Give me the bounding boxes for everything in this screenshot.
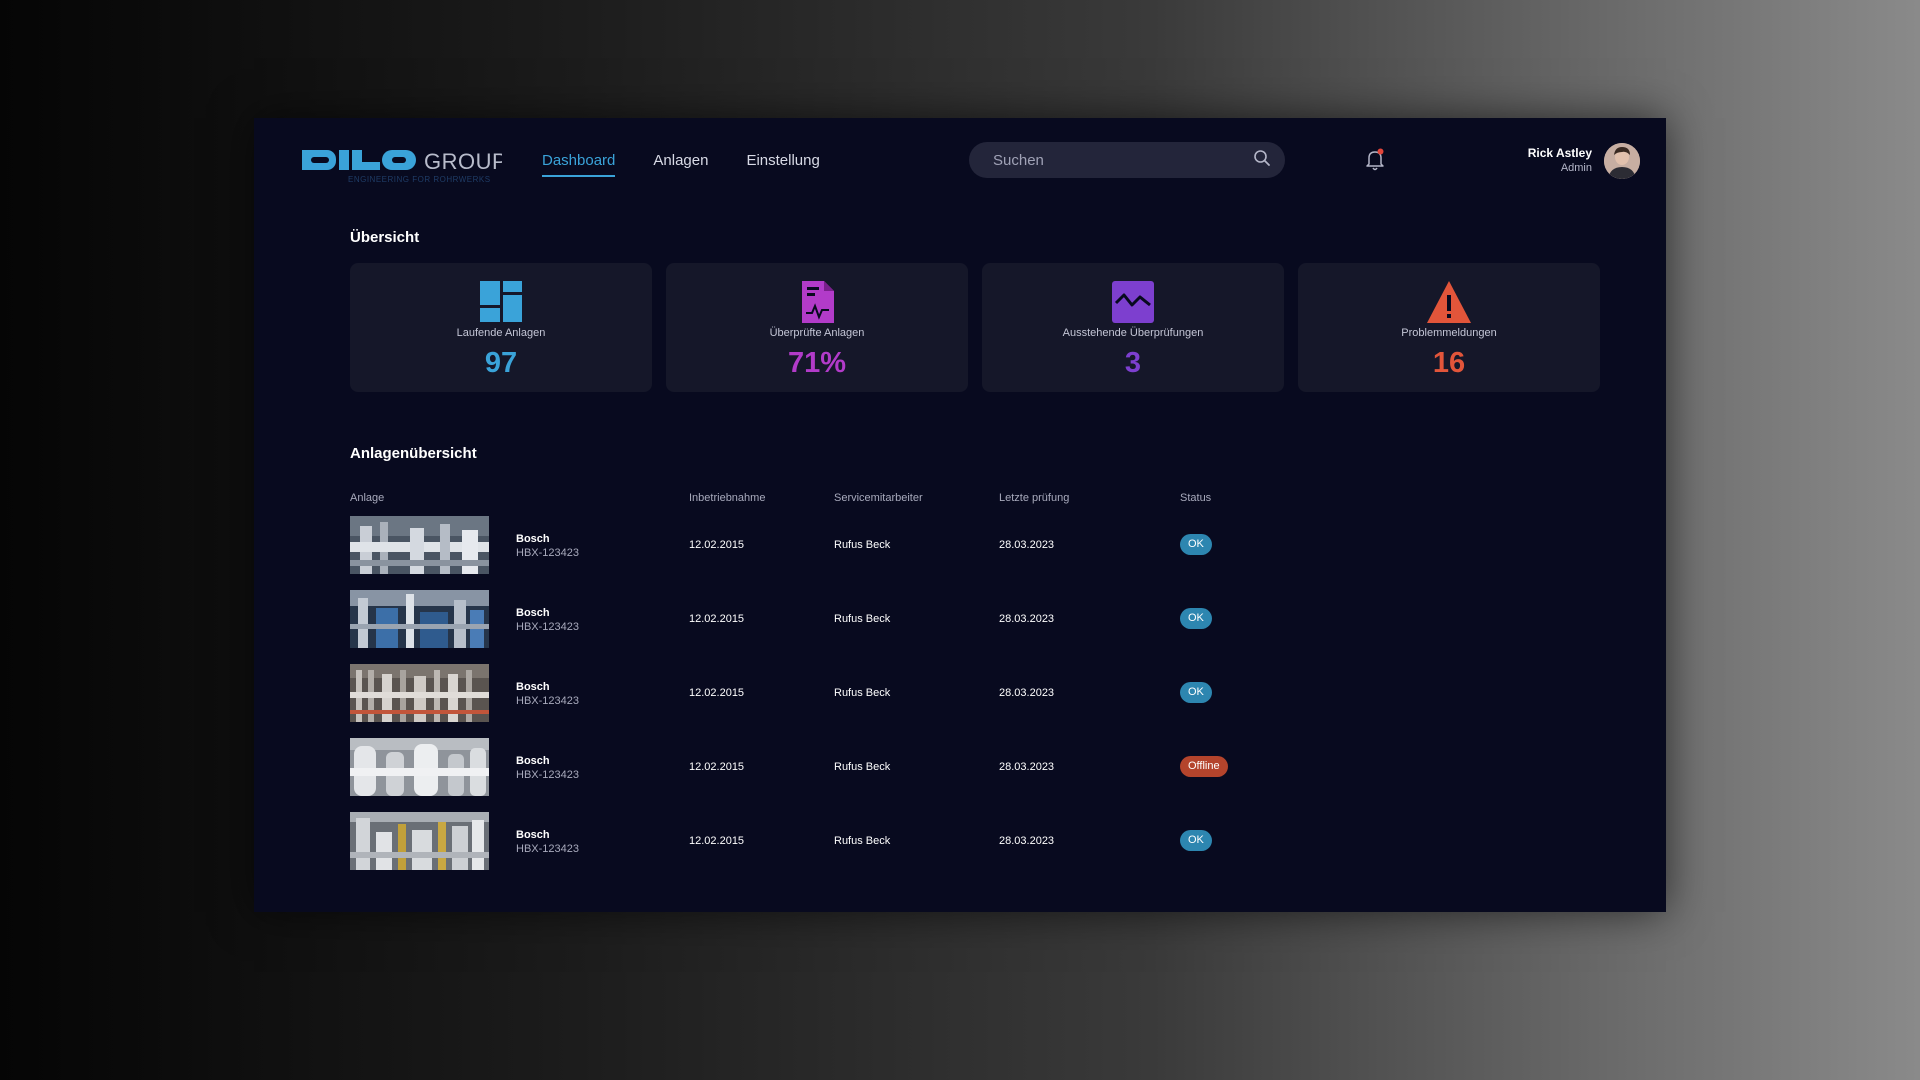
column-header-inbetriebnahme[interactable]: Inbetriebnahme	[689, 492, 765, 504]
overview-cards: Laufende Anlagen 97 Überprüfte Anlagen 7…	[350, 263, 1600, 392]
user-name: Rick Astley	[1527, 146, 1592, 160]
plant-thumbnail	[350, 664, 489, 722]
plant-thumbnail	[350, 738, 489, 796]
dashboard-tiles-icon	[478, 279, 524, 325]
column-header-letzte-pruefung[interactable]: Letzte prüfung	[999, 492, 1069, 504]
main-nav: Dashboard Anlagen Einstellung	[542, 151, 820, 177]
card-running-plants[interactable]: Laufende Anlagen 97	[350, 263, 652, 392]
plant-name: Bosch	[516, 681, 550, 693]
plant-thumbnail	[350, 516, 489, 574]
nav-dashboard[interactable]: Dashboard	[542, 151, 616, 177]
plant-technician: Rufus Beck	[834, 761, 891, 773]
status-badge[interactable]: OK	[1180, 534, 1212, 555]
status-badge[interactable]: OK	[1180, 608, 1212, 629]
plant-technician: Rufus Beck	[834, 539, 891, 551]
card-label: Laufende Anlagen	[456, 327, 546, 339]
status-badge[interactable]: OK	[1180, 830, 1212, 851]
table-row[interactable]: Bosch HBX-123423 12.02.2015 Rufus Beck 2…	[350, 812, 1350, 870]
notification-dot	[1377, 148, 1384, 155]
plant-id: HBX-123423	[516, 769, 579, 781]
plant-last-check: 28.03.2023	[999, 539, 1055, 551]
overview-title: Übersicht	[350, 229, 420, 246]
table-row[interactable]: Bosch HBX-123423 12.02.2015 Rufus Beck 2…	[350, 590, 1350, 648]
plant-name: Bosch	[516, 607, 550, 619]
plant-name: Bosch	[516, 755, 550, 767]
table-row[interactable]: Bosch HBX-123423 12.02.2015 Rufus Beck 2…	[350, 664, 1350, 722]
status-badge[interactable]: OK	[1180, 682, 1212, 703]
plant-commissioned: 12.02.2015	[689, 761, 745, 773]
card-label: Ausstehende Überprüfungen	[1062, 327, 1204, 339]
card-value: 71%	[787, 347, 847, 379]
pending-chart-icon	[1110, 279, 1156, 325]
plant-last-check: 28.03.2023	[999, 835, 1055, 847]
plant-commissioned: 12.02.2015	[689, 539, 745, 551]
plant-technician: Rufus Beck	[834, 687, 891, 699]
card-pending-checks[interactable]: Ausstehende Überprüfungen 3	[982, 263, 1284, 392]
report-document-icon	[794, 279, 840, 325]
plant-commissioned: 12.02.2015	[689, 687, 745, 699]
column-header-anlage[interactable]: Anlage	[350, 492, 384, 504]
plant-commissioned: 12.02.2015	[689, 613, 745, 625]
plant-thumbnail	[350, 812, 489, 870]
plant-technician: Rufus Beck	[834, 613, 891, 625]
plant-id: HBX-123423	[516, 843, 579, 855]
card-value: 3	[1124, 347, 1142, 379]
svg-text:GROUP: GROUP	[424, 149, 502, 174]
plants-title: Anlagenübersicht	[350, 445, 477, 462]
search-icon[interactable]	[1253, 149, 1271, 172]
plant-id: HBX-123423	[516, 547, 579, 559]
plant-name: Bosch	[516, 829, 550, 841]
brand-tagline: ENGINEERING FOR ROHRWERKS	[348, 175, 491, 184]
nav-einstellung[interactable]: Einstellung	[746, 151, 819, 177]
table-row[interactable]: Bosch HBX-123423 12.02.2015 Rufus Beck 2…	[350, 738, 1350, 796]
plant-id: HBX-123423	[516, 695, 579, 707]
card-value: 16	[1432, 347, 1466, 379]
card-checked-plants[interactable]: Überprüfte Anlagen 71%	[666, 263, 968, 392]
plant-last-check: 28.03.2023	[999, 613, 1055, 625]
brand-logo[interactable]: GROUP ENGINEERING FOR ROHRWERKS	[302, 146, 502, 192]
column-header-servicemitarbeiter[interactable]: Servicemitarbeiter	[834, 492, 923, 504]
status-badge[interactable]: Offline	[1180, 756, 1228, 777]
search-input[interactable]	[993, 151, 1253, 169]
plant-commissioned: 12.02.2015	[689, 835, 745, 847]
user-role: Admin	[1560, 162, 1592, 174]
nav-anlagen[interactable]: Anlagen	[653, 151, 708, 177]
card-label: Überprüfte Anlagen	[769, 327, 865, 339]
app-window: GROUP ENGINEERING FOR ROHRWERKS Dashboar…	[254, 118, 1666, 912]
avatar[interactable]	[1604, 143, 1640, 179]
card-problem-reports[interactable]: Problemmeldungen 16	[1298, 263, 1600, 392]
card-label: Problemmeldungen	[1401, 327, 1497, 339]
search-bar	[969, 142, 1285, 178]
plant-last-check: 28.03.2023	[999, 687, 1055, 699]
warning-triangle-icon	[1426, 279, 1472, 325]
bell-icon[interactable]	[1365, 148, 1385, 172]
card-value: 97	[484, 347, 518, 379]
plant-id: HBX-123423	[516, 621, 579, 633]
column-header-status[interactable]: Status	[1180, 492, 1211, 504]
plant-last-check: 28.03.2023	[999, 761, 1055, 773]
plant-name: Bosch	[516, 533, 550, 545]
user-info[interactable]: Rick Astley Admin	[1528, 146, 1592, 176]
plant-technician: Rufus Beck	[834, 835, 891, 847]
table-row[interactable]: Bosch HBX-123423 12.02.2015 Rufus Beck 2…	[350, 516, 1350, 574]
plant-thumbnail	[350, 590, 489, 648]
